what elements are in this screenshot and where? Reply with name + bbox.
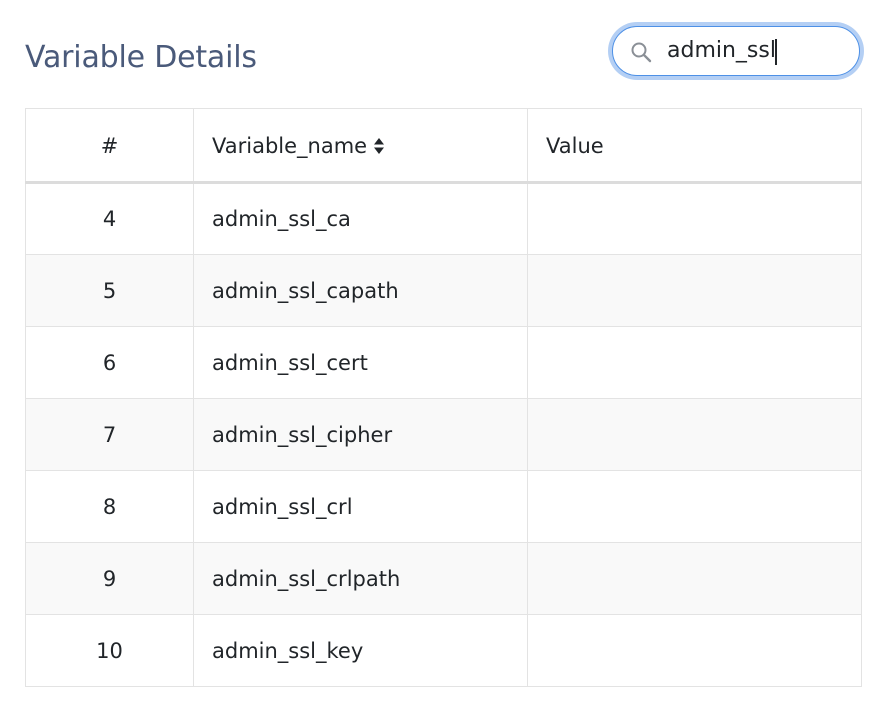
- cell-number: 10: [25, 614, 194, 687]
- column-header-number[interactable]: #: [25, 108, 194, 184]
- cell-value: [527, 470, 862, 543]
- table-row[interactable]: 6 admin_ssl_cert: [25, 326, 862, 399]
- text-caret: [775, 39, 777, 65]
- table-row[interactable]: 4 admin_ssl_ca: [25, 182, 862, 255]
- search-icon: [631, 42, 652, 63]
- table-row[interactable]: 8 admin_ssl_crl: [25, 470, 862, 543]
- cell-value: [527, 542, 862, 615]
- search-box[interactable]: [612, 26, 860, 76]
- page-title: Variable Details: [25, 40, 257, 75]
- cell-number: 9: [25, 542, 194, 615]
- cell-value: [527, 398, 862, 471]
- column-header-variable-name[interactable]: Variable_name: [193, 108, 528, 184]
- table-row[interactable]: 9 admin_ssl_crlpath: [25, 542, 862, 615]
- cell-value: [527, 326, 862, 399]
- cell-value: [527, 254, 862, 327]
- table-header-row: # Variable_name Value: [25, 108, 862, 184]
- cell-variable-name: admin_ssl_key: [193, 614, 528, 687]
- column-header-label: Value: [546, 133, 604, 158]
- cell-variable-name: admin_ssl_capath: [193, 254, 528, 327]
- cell-number: 7: [25, 398, 194, 471]
- cell-number: 8: [25, 470, 194, 543]
- cell-number: 6: [25, 326, 194, 399]
- table-row[interactable]: 10 admin_ssl_key: [25, 614, 862, 687]
- table-row[interactable]: 7 admin_ssl_cipher: [25, 398, 862, 471]
- table-row[interactable]: 5 admin_ssl_capath: [25, 254, 862, 327]
- cell-variable-name: admin_ssl_crl: [193, 470, 528, 543]
- cell-number: 5: [25, 254, 194, 327]
- cell-value: [527, 614, 862, 687]
- column-header-label: #: [100, 133, 119, 158]
- search-input[interactable]: [667, 35, 847, 67]
- sort-icon[interactable]: [373, 137, 385, 155]
- cell-variable-name: admin_ssl_cert: [193, 326, 528, 399]
- variables-table-container: # Variable_name Value 4 admin_ssl_ca 5 a…: [25, 108, 862, 687]
- column-header-value[interactable]: Value: [527, 108, 862, 184]
- variables-table: # Variable_name Value 4 admin_ssl_ca 5 a…: [25, 108, 862, 687]
- cell-variable-name: admin_ssl_ca: [193, 182, 528, 255]
- cell-variable-name: admin_ssl_cipher: [193, 398, 528, 471]
- column-header-label: Variable_name: [212, 133, 368, 158]
- cell-number: 4: [25, 182, 194, 255]
- cell-value: [527, 182, 862, 255]
- cell-variable-name: admin_ssl_crlpath: [193, 542, 528, 615]
